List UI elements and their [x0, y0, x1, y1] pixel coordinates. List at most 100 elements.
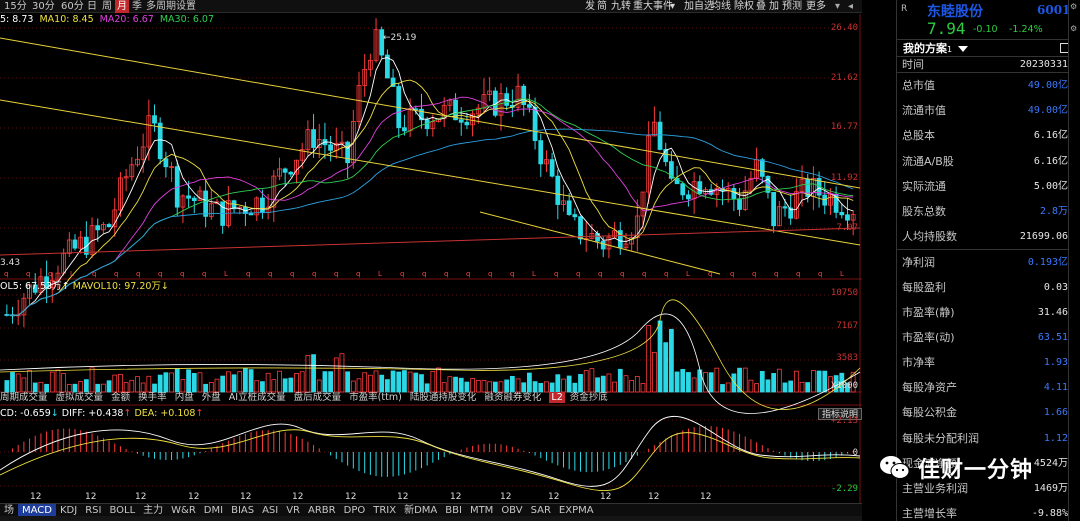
event-marker: L: [840, 270, 844, 278]
time-axis-label: 12: [500, 492, 512, 502]
fundamental-row: 时间 20230331: [897, 57, 1080, 73]
add-favorite-button[interactable]: 加自选: [684, 0, 714, 13]
period-15min[interactable]: 15分: [2, 0, 29, 13]
volume-bar: [129, 379, 135, 393]
volume-bar: [782, 382, 788, 393]
ma-button[interactable]: 均线: [711, 0, 731, 13]
subtab-pe-ttm[interactable]: 市盈率(ttm): [349, 392, 402, 403]
volume-bar: [515, 378, 521, 393]
subtab-turnover[interactable]: 换手率: [138, 392, 167, 403]
subtab-virtual-volume[interactable]: 虚拟成交量: [56, 392, 104, 403]
price-axis-column: [862, 0, 896, 521]
candle-body: [759, 159, 765, 177]
toolbar-jiuzhuan[interactable]: 九转: [611, 0, 631, 13]
fundamental-label: 每股公积金: [902, 406, 957, 420]
macd-axis-label: -2.29: [830, 484, 858, 494]
toolbar-major-events[interactable]: 重大事件: [633, 0, 673, 13]
subtab-inner[interactable]: 内盘: [175, 392, 194, 403]
toolbar-jian[interactable]: 简: [597, 0, 607, 13]
period-month[interactable]: 月: [115, 0, 129, 13]
scheme-index: 1: [947, 45, 953, 54]
volume-bar: [674, 371, 680, 393]
candle-body: [845, 214, 850, 221]
settings-icon[interactable]: ⚙: [1070, 24, 1077, 33]
fundamental-label: 市盈率(动): [902, 330, 955, 344]
candle-body: [600, 240, 606, 250]
candle-body: [578, 216, 583, 240]
subtab-hk-connect[interactable]: 陆股通持股变化: [410, 392, 477, 403]
candle-body: [782, 206, 788, 209]
time-axis-label: 12: [188, 492, 200, 502]
dropdown-arrow-icon[interactable]: [958, 46, 969, 52]
volume-bar: [572, 382, 578, 393]
candle-body: [288, 171, 294, 175]
period-day[interactable]: 日: [85, 0, 99, 13]
subtab-period-volume[interactable]: 周期成交量: [0, 392, 48, 403]
volume-bar: [731, 373, 737, 393]
event-marker: q: [202, 270, 206, 278]
overlay-button[interactable]: 叠: [756, 0, 766, 13]
settings-button[interactable]: 设置: [174, 0, 198, 13]
mavol10-label: MAVOL10: 97.20万: [72, 281, 161, 292]
time-axis-label: 12: [548, 492, 560, 502]
fundamental-row: 流通A/B股 6.16亿: [897, 149, 1080, 174]
volume-bar: [481, 380, 487, 393]
volume-subtabs: 周期成交量 虚拟成交量 金额 换手率 内盘 外盘 AI立桩成交量 盘后成交量 市…: [0, 392, 613, 404]
period-60min[interactable]: 60分: [59, 0, 86, 13]
stock-name[interactable]: 东睦股份: [927, 1, 983, 21]
event-marker: q: [466, 270, 470, 278]
forecast-button[interactable]: 预测: [782, 0, 802, 13]
period-30min[interactable]: 30分: [30, 0, 57, 13]
period-season[interactable]: 季: [130, 0, 144, 13]
volume-bar: [413, 372, 419, 393]
volume-bar: [441, 382, 447, 393]
gear-icon[interactable]: ⚙: [1070, 2, 1077, 11]
event-marker: L: [378, 270, 382, 278]
candle-body: [152, 115, 157, 124]
volume-bar: [612, 381, 617, 393]
event-marker: q: [444, 270, 448, 278]
volume-bar: [282, 378, 288, 393]
volume-bar: [646, 325, 652, 393]
scheme-selector[interactable]: 我的方案1: [897, 40, 1080, 57]
candle-body: [311, 129, 316, 148]
volume-bar: [527, 372, 532, 393]
fundamental-value: 5.00亿: [1033, 180, 1068, 192]
toolbar-fa[interactable]: 发: [585, 0, 595, 13]
ex-rights-button[interactable]: 除权: [734, 0, 754, 13]
subtab-ai-volume[interactable]: AI立桩成交量: [229, 392, 286, 403]
subtab-fund-bottom[interactable]: 资金抄底: [570, 392, 608, 403]
volume-bar: [208, 381, 214, 393]
volume-bar: [32, 382, 38, 393]
event-marker: q: [4, 270, 8, 278]
time-axis-label: 12: [30, 492, 42, 502]
period-multi[interactable]: 多周期: [144, 0, 178, 13]
subtab-after-hours[interactable]: 盘后成交量: [294, 392, 342, 403]
volume-bar: [663, 342, 669, 393]
time-axis-label: 12: [85, 492, 97, 502]
period-week[interactable]: 周: [100, 0, 114, 13]
toolbar-dropdown-icon[interactable]: ▾: [670, 0, 675, 13]
more-arrow-icon[interactable]: ▾: [835, 0, 840, 13]
event-marker: q: [752, 270, 756, 278]
volume-bar: [220, 375, 226, 393]
time-axis-label: 12: [397, 492, 409, 502]
add-button[interactable]: 加: [769, 0, 779, 13]
volume-bar: [118, 373, 123, 393]
volume-bar: [595, 377, 600, 393]
fundamental-label: 实际流通: [902, 179, 946, 193]
event-marker: q: [400, 270, 404, 278]
candle-body: [532, 106, 538, 142]
volume-bar: [44, 383, 49, 393]
candle-body: [191, 197, 197, 202]
subtab-amount[interactable]: 金额: [111, 392, 130, 403]
kline-chart[interactable]: qqqLqqqqqqLqqqqqqLqqqqqqLqqqqqqLqqqqqqLq: [0, 14, 862, 510]
subtab-outer[interactable]: 外盘: [202, 392, 221, 403]
fundamental-label: 股东总数: [902, 204, 946, 218]
volume-bar: [498, 381, 504, 393]
fundamental-value: 0.03: [1043, 281, 1068, 293]
fundamental-value: 49.00亿: [1027, 105, 1068, 117]
more-button[interactable]: 更多: [806, 0, 826, 13]
subtab-margin[interactable]: 融资融券变化: [484, 392, 541, 403]
collapse-icon[interactable]: ◂: [848, 0, 853, 13]
